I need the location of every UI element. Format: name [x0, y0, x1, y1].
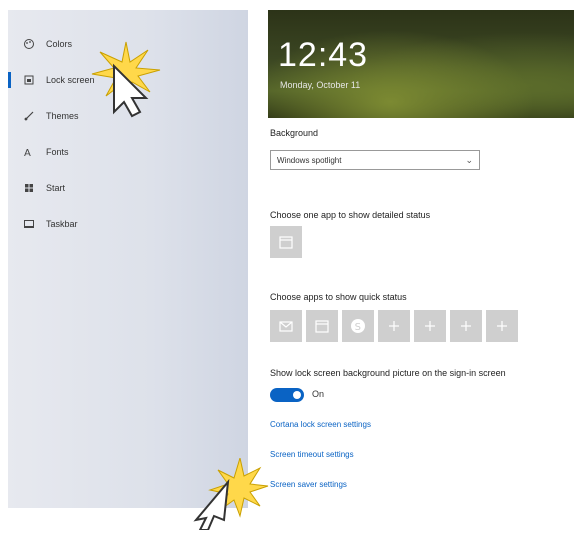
plus-icon [387, 319, 401, 333]
toggle-state-text: On [312, 389, 325, 399]
sidebar-item-taskbar[interactable]: Taskbar [8, 212, 208, 236]
quick-status-skype-tile[interactable]: S [342, 310, 374, 342]
svg-text:S: S [355, 322, 361, 333]
sidebar-item-label: Taskbar [46, 219, 78, 229]
chevron-down-icon: ⌄ [465, 154, 473, 165]
background-dropdown-value: Windows spotlight [277, 155, 342, 165]
calendar-icon [314, 318, 330, 334]
sidebar-item-label: Fonts [46, 147, 69, 157]
sidebar-item-fonts[interactable]: A Fonts [8, 140, 208, 164]
click-highlight-cursor [190, 456, 270, 535]
calendar-icon [278, 234, 294, 250]
skype-icon: S [349, 317, 367, 335]
sidebar-item-label: Start [46, 183, 66, 193]
sidebar-item-label: Themes [46, 111, 79, 121]
sidebar-item-start[interactable]: Start [8, 176, 208, 200]
plus-icon [423, 319, 437, 333]
plus-icon [495, 319, 509, 333]
mail-icon [278, 318, 294, 334]
screen-saver-settings-link[interactable]: Screen saver settings [270, 480, 347, 489]
taskbar-icon [18, 218, 40, 230]
preview-date: Monday, October 11 [280, 80, 361, 90]
quick-status-add-tile[interactable] [378, 310, 410, 342]
cursor-icon [193, 456, 269, 531]
plus-icon [459, 319, 473, 333]
quick-status-add-tile[interactable] [486, 310, 518, 342]
click-highlight-cursor [86, 40, 166, 125]
detailed-status-app-tile[interactable] [270, 226, 302, 258]
start-icon [18, 182, 40, 194]
quick-status-label: Choose apps to show quick status [270, 292, 407, 302]
quick-status-add-tile[interactable] [414, 310, 446, 342]
cortana-lock-screen-settings-link[interactable]: Cortana lock screen settings [270, 420, 371, 429]
background-label: Background [270, 128, 319, 138]
sign-in-background-toggle[interactable] [270, 388, 304, 402]
background-dropdown[interactable]: Windows spotlight ⌄ [270, 150, 480, 170]
lock-screen-preview: 12:43 Monday, October 11 [268, 10, 574, 118]
brush-icon [18, 110, 40, 122]
preview-time: 12:43 [278, 36, 369, 74]
sidebar-item-label: Colors [46, 39, 73, 49]
sign-in-background-label: Show lock screen background picture on t… [270, 368, 506, 378]
quick-status-mail-tile[interactable] [270, 310, 302, 342]
svg-text:A: A [24, 148, 31, 158]
screen-timeout-settings-link[interactable]: Screen timeout settings [270, 450, 354, 459]
palette-icon [18, 38, 40, 50]
quick-status-calendar-tile[interactable] [306, 310, 338, 342]
quick-status-add-tile[interactable] [450, 310, 482, 342]
cursor-icon [91, 41, 161, 118]
lock-screen-icon [18, 74, 40, 86]
font-icon: A [18, 146, 40, 158]
detailed-status-label: Choose one app to show detailed status [270, 210, 431, 220]
